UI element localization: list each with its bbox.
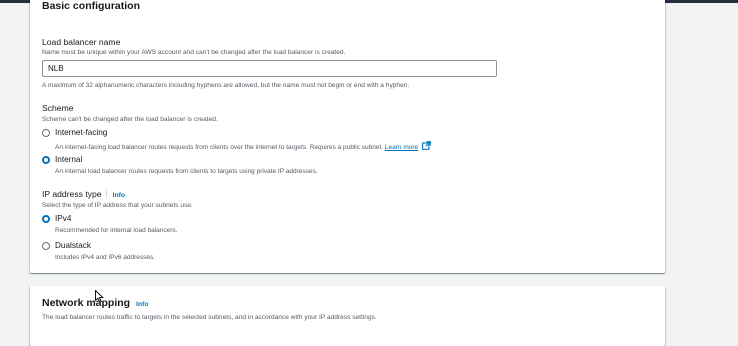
ip-address-type-text: IP address type xyxy=(42,189,102,199)
network-mapping-description: The load balancer routes traffic to targ… xyxy=(42,314,377,321)
learn-more-link[interactable]: Learn more xyxy=(385,144,418,151)
internal-description: An internal load balancer routes request… xyxy=(55,168,318,175)
radio-internal[interactable] xyxy=(42,156,50,164)
radio-dualstack[interactable] xyxy=(42,242,50,250)
radio-internet-facing-label[interactable]: Internet-facing xyxy=(55,128,107,137)
radio-dualstack-label[interactable]: Dualstack xyxy=(55,241,91,250)
ip-address-type-label: IP address type Info xyxy=(42,189,125,199)
network-mapping-panel: Network mapping Info The load balancer ro… xyxy=(30,286,665,346)
mouse-cursor-icon xyxy=(95,290,104,303)
dualstack-description: Includes IPv4 and IPv6 addresses. xyxy=(55,254,156,261)
scheme-description: Scheme can't be changed after the load b… xyxy=(42,116,218,123)
radio-ipv4-label[interactable]: IPv4 xyxy=(55,214,71,223)
scheme-label: Scheme xyxy=(42,103,74,113)
ip-address-type-description: Select the type of IP address that your … xyxy=(42,202,193,209)
ip-info-link[interactable]: Info xyxy=(113,192,125,199)
divider xyxy=(105,190,107,198)
basic-configuration-panel: Basic configuration Load balancer name N… xyxy=(30,0,665,273)
network-info-link[interactable]: Info xyxy=(136,301,148,308)
lb-name-input[interactable] xyxy=(42,60,497,77)
internet-facing-description: An internet-facing load balancer routes … xyxy=(55,141,431,151)
ipv4-description: Recommended for internal load balancers. xyxy=(55,227,178,234)
lb-name-constraint: A maximum of 32 alphanumeric characters … xyxy=(42,82,410,89)
radio-internal-label[interactable]: Internal xyxy=(55,155,82,164)
section-title: Basic configuration xyxy=(42,0,141,12)
internet-facing-desc-text: An internet-facing load balancer routes … xyxy=(55,144,384,151)
lb-name-label: Load balancer name xyxy=(42,37,121,47)
radio-internet-facing[interactable] xyxy=(42,129,50,137)
lb-name-description: Name must be unique within your AWS acco… xyxy=(42,49,346,56)
external-link-icon[interactable] xyxy=(422,141,431,150)
network-mapping-title-text: Network mapping xyxy=(42,297,131,309)
radio-ipv4[interactable] xyxy=(42,215,50,223)
